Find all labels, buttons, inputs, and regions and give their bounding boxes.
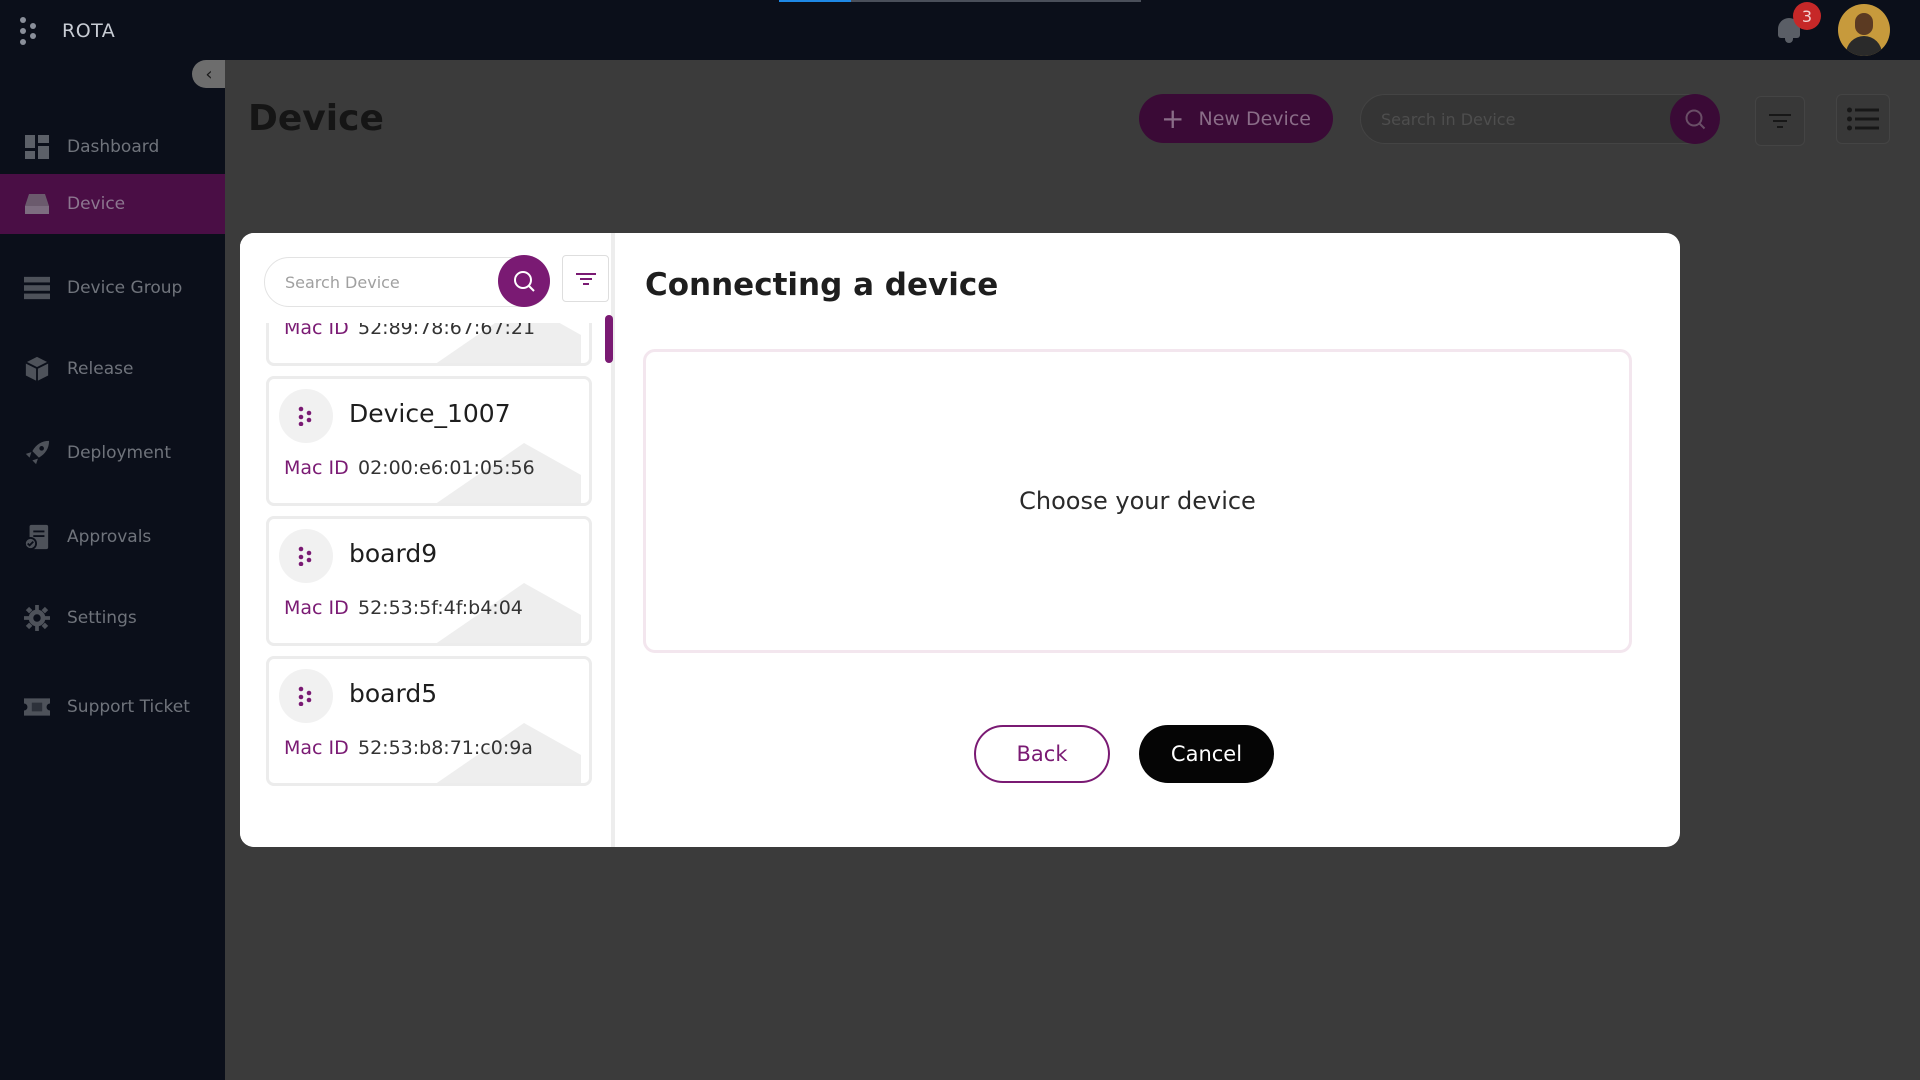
sidebar-item-dashboard[interactable]: Dashboard xyxy=(0,117,225,177)
device-name: board9 xyxy=(349,539,438,568)
device-card[interactable]: board9 Mac ID 52:53:5f:4f:b4:04 xyxy=(266,516,592,646)
mac-id-label: Mac ID xyxy=(284,323,349,339)
gear-icon xyxy=(24,605,50,631)
modal-title: Connecting a device xyxy=(645,267,999,303)
sidebar-item-label: Device xyxy=(67,194,126,214)
sidebar-item-release[interactable]: Release xyxy=(0,339,225,399)
device-name: Device_1007 xyxy=(349,399,511,428)
sidebar-item-label: Support Ticket xyxy=(67,697,190,717)
collapse-sidebar-button[interactable]: ‹ xyxy=(192,60,226,88)
sidebar-item-device-group[interactable]: Device Group xyxy=(0,258,225,318)
top-bar: ROTA 3 xyxy=(0,0,1920,60)
connect-pane: Connecting a device Choose your device B… xyxy=(615,233,1680,847)
device-card[interactable]: Device_1007 Mac ID 02:00:e6:01:05:56 xyxy=(266,376,592,506)
filter-icon xyxy=(1769,114,1791,128)
device-icon xyxy=(24,191,50,217)
app-name: ROTA xyxy=(62,20,116,42)
device-search-input[interactable] xyxy=(1381,95,1651,143)
filter-icon xyxy=(575,272,596,285)
device-choice-area: Choose your device xyxy=(643,349,1632,653)
approvals-icon xyxy=(24,524,50,550)
device-drag-icon xyxy=(279,389,333,443)
device-name: board5 xyxy=(349,679,438,708)
choose-device-text: Choose your device xyxy=(1019,487,1256,515)
sidebar-item-label: Device Group xyxy=(67,278,183,298)
mac-id-value: 52:53:5f:4f:b4:04 xyxy=(358,597,523,619)
mac-id-label: Mac ID xyxy=(284,737,349,759)
back-button[interactable]: Back xyxy=(974,725,1110,783)
sidebar-item-label: Settings xyxy=(67,608,137,628)
connect-device-modal: Device_1002Mac ID52:89:78:67:67:21Device… xyxy=(240,233,1680,847)
device-card[interactable]: board5 Mac ID 52:53:b8:71:c0:9a xyxy=(266,656,592,786)
loading-progress-bar xyxy=(779,0,1141,2)
loading-progress-fill xyxy=(779,0,852,2)
device-search-button[interactable] xyxy=(1670,94,1720,144)
mac-id-value: 02:00:e6:01:05:56 xyxy=(358,457,535,479)
sidebar-item-settings[interactable]: Settings xyxy=(0,588,225,648)
device-list-pane: Device_1002Mac ID52:89:78:67:67:21Device… xyxy=(240,233,615,847)
notification-badge: 3 xyxy=(1793,2,1821,30)
sidebar: Dashboard Device Device Group Release De… xyxy=(0,60,225,1080)
sidebar-item-label: Release xyxy=(67,359,134,379)
ticket-icon xyxy=(24,694,50,720)
new-device-button[interactable]: + New Device xyxy=(1139,94,1333,143)
dashboard-icon xyxy=(24,134,50,160)
list-view-button[interactable] xyxy=(1836,94,1890,144)
plus-icon: + xyxy=(1161,101,1185,135)
device-group-icon xyxy=(24,275,50,301)
rota-logo-icon xyxy=(20,17,42,45)
release-box-icon xyxy=(24,356,50,382)
device-search-box xyxy=(1360,94,1720,144)
page-title: Device xyxy=(248,98,384,139)
sidebar-item-approvals[interactable]: Approvals xyxy=(0,507,225,567)
search-icon xyxy=(1685,109,1706,130)
sidebar-item-label: Dashboard xyxy=(67,137,160,157)
device-list-scrollbar[interactable] xyxy=(605,315,613,363)
search-icon xyxy=(514,271,535,292)
new-device-label: New Device xyxy=(1198,107,1311,130)
mac-id-label: Mac ID xyxy=(284,597,349,619)
sidebar-item-deployment[interactable]: Deployment xyxy=(0,423,225,483)
brand[interactable]: ROTA xyxy=(20,17,115,45)
avatar[interactable] xyxy=(1838,4,1890,56)
chevron-left-icon: ‹ xyxy=(205,63,213,85)
mac-id-value: 52:53:b8:71:c0:9a xyxy=(358,737,533,759)
cancel-button[interactable]: Cancel xyxy=(1139,725,1274,783)
modal-device-search-input[interactable] xyxy=(285,258,475,306)
modal-filter-button[interactable] xyxy=(562,255,609,302)
list-icon xyxy=(1847,107,1879,131)
device-drag-icon xyxy=(279,669,333,723)
device-card[interactable]: Device_1002Mac ID52:89:78:67:67:21 xyxy=(266,323,592,366)
device-list[interactable]: Device_1002Mac ID52:89:78:67:67:21Device… xyxy=(240,323,611,847)
mac-id-value: 52:89:78:67:67:21 xyxy=(358,323,536,339)
rocket-icon xyxy=(24,440,50,466)
sidebar-item-device[interactable]: Device xyxy=(0,174,225,234)
sidebar-item-label: Approvals xyxy=(67,527,152,547)
device-drag-icon xyxy=(279,529,333,583)
mac-id-label: Mac ID xyxy=(284,457,349,479)
filter-button[interactable] xyxy=(1755,96,1805,146)
sidebar-item-label: Deployment xyxy=(67,443,171,463)
modal-search-button[interactable] xyxy=(498,255,550,307)
sidebar-item-support-ticket[interactable]: Support Ticket xyxy=(0,677,225,737)
